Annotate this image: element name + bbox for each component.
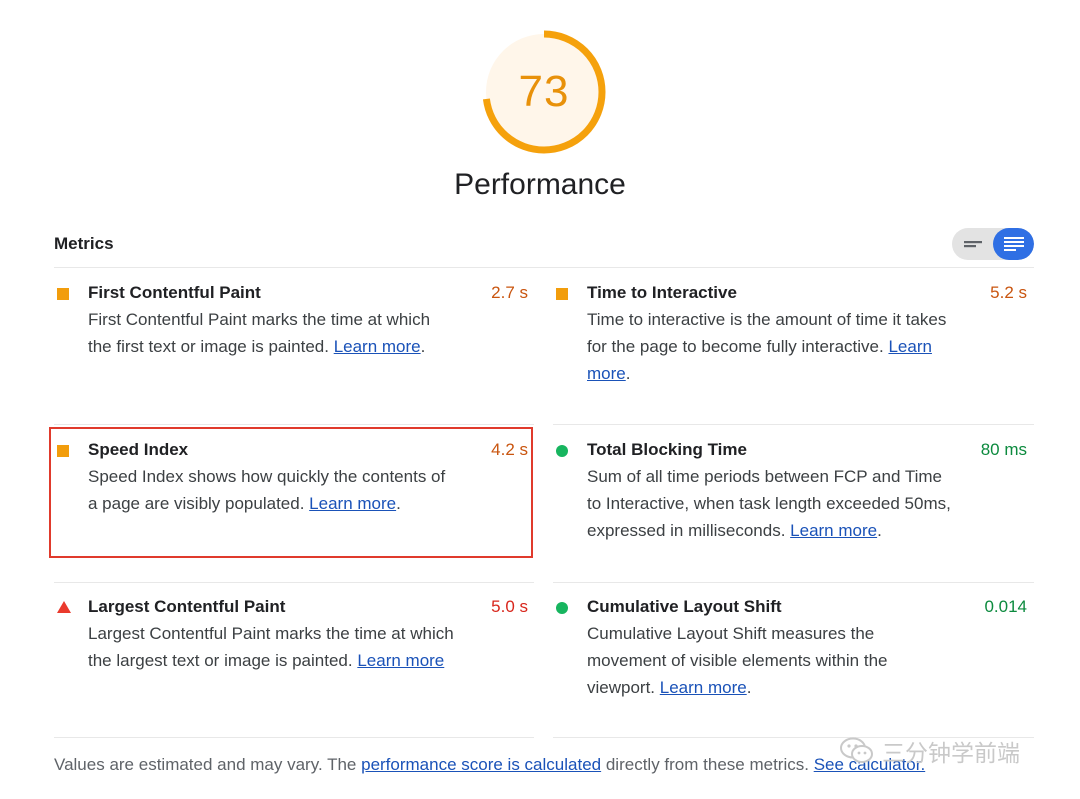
compact-view-icon xyxy=(963,241,982,248)
footer-note: Values are estimated and may vary. The p… xyxy=(54,755,925,775)
row-divider xyxy=(553,582,1034,583)
average-indicator-icon xyxy=(57,288,69,300)
footer-text: Values are estimated and may vary. The xyxy=(54,755,362,774)
score-value: 73 xyxy=(518,67,570,116)
row-divider xyxy=(553,424,1034,425)
metric-value: 5.0 s xyxy=(491,597,528,616)
metric-value: 5.2 s xyxy=(990,283,1027,302)
category-title: Performance xyxy=(454,168,626,201)
punctuation: . xyxy=(877,521,882,540)
metric-title: First Contentful Paint xyxy=(88,283,261,302)
average-indicator-icon xyxy=(556,288,568,300)
punctuation: . xyxy=(625,364,631,383)
expanded-view-icon xyxy=(1003,237,1024,251)
metric-description: First Contentful Paint marks the time at… xyxy=(88,306,458,360)
metric-description-text: Sum of all time periods between FCP and … xyxy=(587,467,951,540)
row-divider xyxy=(54,737,534,738)
view-toggle[interactable] xyxy=(952,228,1034,260)
metrics-header: Metrics xyxy=(54,234,114,253)
metric-title: Time to Interactive xyxy=(587,283,737,302)
header-divider xyxy=(54,267,1034,268)
speed-index-highlight-box xyxy=(49,427,533,558)
learn-more-link[interactable]: Learn more xyxy=(790,521,877,540)
metric-title: Largest Contentful Paint xyxy=(88,597,286,616)
score-calculation-link[interactable]: performance score is calculated xyxy=(361,755,601,774)
expanded-view-button[interactable] xyxy=(993,228,1034,260)
metric-value: 0.014 xyxy=(984,597,1027,616)
metric-description: Time to interactive is the amount of tim… xyxy=(587,306,957,387)
wechat-icon xyxy=(840,737,873,763)
metric-title: Cumulative Layout Shift xyxy=(587,597,782,616)
metric-description: Largest Contentful Paint marks the time … xyxy=(88,620,458,674)
fail-indicator-icon xyxy=(57,601,71,613)
row-divider xyxy=(54,582,534,583)
score-gauge: 73 xyxy=(480,28,608,156)
footer-text: directly from these metrics. xyxy=(601,755,814,774)
metric-value: 2.7 s xyxy=(491,283,528,302)
punctuation: . xyxy=(420,337,426,356)
watermark-text: 三分钟学前端 xyxy=(882,740,1020,766)
compact-view-button[interactable] xyxy=(952,228,993,260)
learn-more-link[interactable]: Learn more xyxy=(357,651,444,670)
metric-description: Sum of all time periods between FCP and … xyxy=(587,463,957,544)
metric-value: 80 ms xyxy=(980,440,1027,459)
learn-more-link[interactable]: Learn more xyxy=(334,337,421,356)
row-divider xyxy=(54,424,534,425)
metric-description: Cumulative Layout Shift measures the mov… xyxy=(587,620,957,701)
pass-indicator-icon xyxy=(556,445,568,457)
metric-title: Total Blocking Time xyxy=(587,440,747,459)
punctuation: . xyxy=(746,678,752,697)
watermark: 三分钟学前端 xyxy=(840,734,1020,768)
learn-more-link[interactable]: Learn more xyxy=(660,678,747,697)
pass-indicator-icon xyxy=(556,602,568,614)
